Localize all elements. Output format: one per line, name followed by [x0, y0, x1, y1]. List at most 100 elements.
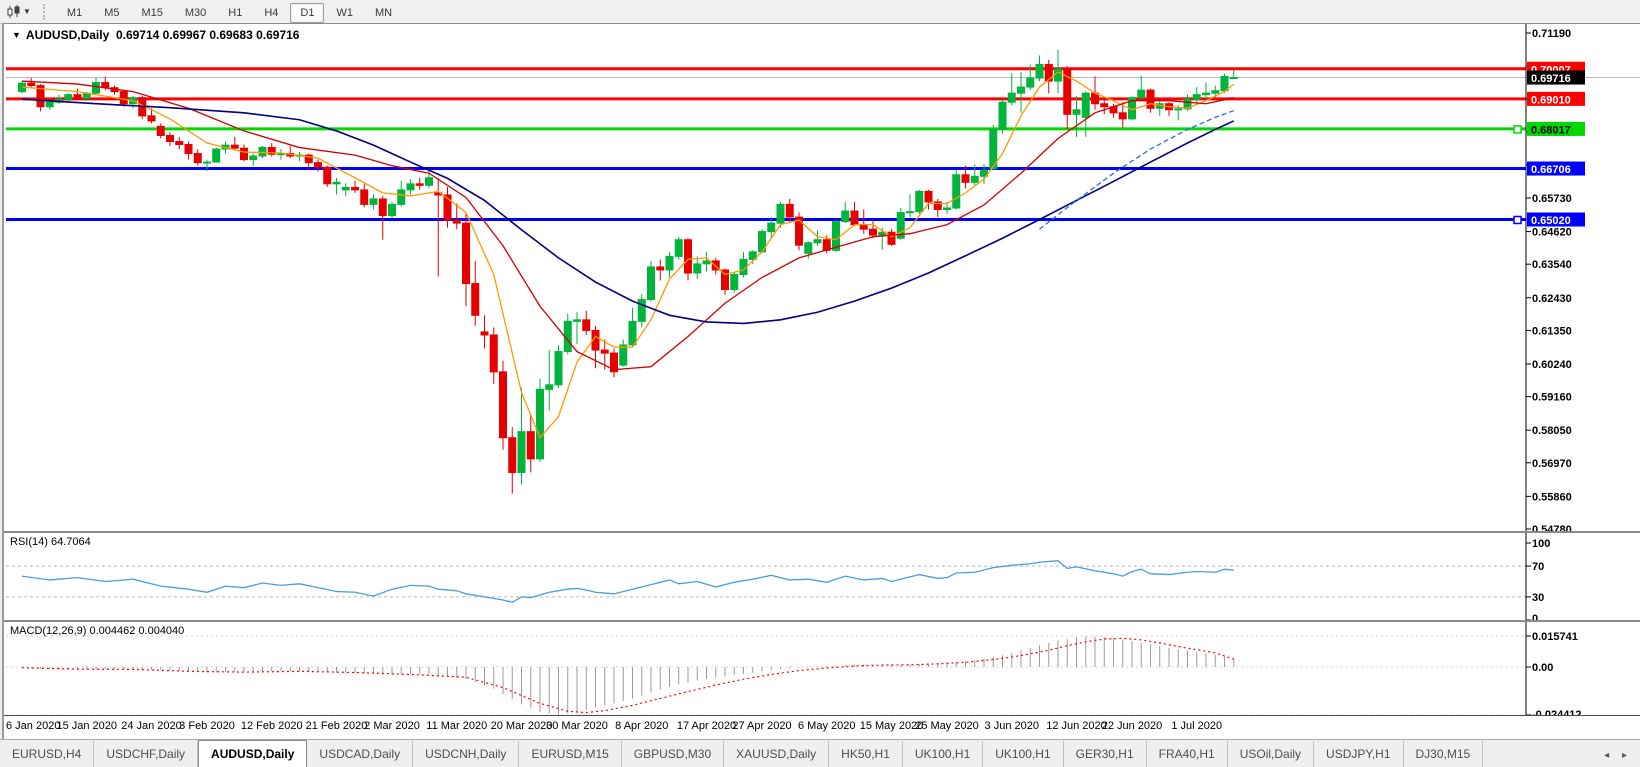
candle	[369, 198, 378, 205]
candle	[730, 273, 739, 291]
chart-symbol-period: AUDUSD,Daily	[25, 28, 110, 42]
candle	[628, 320, 637, 346]
date-axis-label: 3 Feb 2020	[179, 720, 235, 732]
timeframe-toolbar: ▼ M1 M5 M15 M30 H1 H4 D1 W1 MN	[0, 0, 1640, 24]
ma-fast-orange	[21, 71, 1235, 439]
date-axis[interactable]: 6 Jan 2020 15 Jan 2020 24 Jan 2020 3 Feb 20…	[4, 715, 1640, 740]
candle	[462, 222, 470, 285]
chart-tab-usdcad-daily[interactable]: USDCAD,Daily	[307, 741, 414, 767]
level-line-handle[interactable]	[1513, 125, 1522, 134]
price-level-box-label: 0.69010	[1531, 94, 1571, 106]
candle	[1081, 92, 1090, 118]
date-axis-label: 2 Mar 2020	[364, 720, 420, 732]
candle	[489, 334, 498, 373]
main-chart-panel: ▼ AUDUSD,Daily 0.69714 0.69967 0.69683 0.…	[4, 23, 1640, 532]
timeframe-button-m5[interactable]: M5	[94, 3, 129, 23]
candlestick-chart: 0.711900.701000.690100.679200.668300.657…	[6, 24, 1640, 532]
candle	[517, 431, 526, 473]
candle	[961, 174, 970, 183]
candle	[1026, 77, 1035, 88]
macd-panel: MACD(12,26,9) 0.004462 0.004040 0.015741…	[4, 620, 1640, 721]
timeframe-button-m1[interactable]: M1	[57, 3, 92, 23]
candle	[536, 388, 544, 460]
chart-tab-ger30-h1[interactable]: GER30,H1	[1064, 741, 1147, 767]
date-axis-label: 6 Jan 2020	[6, 720, 61, 732]
candle	[193, 153, 202, 164]
price-level-box-label: 0.69716	[1531, 73, 1571, 85]
chart-tab-eurusd-h4[interactable]: EURUSD,H4	[0, 741, 95, 767]
candle	[184, 144, 193, 155]
candle	[415, 183, 424, 186]
chart-tab-usdchf-daily[interactable]: USDCHF,Daily	[94, 741, 199, 767]
chart-tab-fra40-h1[interactable]: FRA40,H1	[1147, 741, 1228, 767]
chart-tab-xauusd-daily[interactable]: XAUUSD,Daily	[724, 741, 830, 767]
level-line-handle[interactable]	[1513, 215, 1522, 225]
timeframe-button-mn[interactable]: MN	[365, 3, 402, 23]
candle	[767, 222, 776, 233]
candle	[156, 125, 165, 136]
candle	[1054, 68, 1062, 82]
candle	[952, 174, 961, 209]
timeframe-button-d1[interactable]: D1	[290, 2, 325, 23]
candle	[1072, 109, 1081, 115]
chart-tab-bar: EURUSD,H4 USDCHF,Daily AUDUSD,Daily USDCAD,…	[0, 739, 1640, 767]
timeframe-button-w1[interactable]: W1	[326, 3, 363, 23]
candle	[351, 186, 359, 191]
date-axis-label: 27 Apr 2020	[732, 720, 792, 732]
chart-tab-usdjpy-h1[interactable]: USDJPY,H1	[1314, 741, 1404, 767]
timeframe-buttons: M1 M5 M15 M30 H1 H4 D1 W1 MN	[56, 2, 403, 23]
candle	[166, 134, 174, 143]
candle	[1118, 112, 1127, 120]
candle	[619, 344, 628, 366]
candle	[45, 101, 54, 108]
candle	[332, 181, 341, 185]
candle	[1146, 89, 1155, 109]
candle	[998, 101, 1007, 130]
candle	[388, 203, 396, 217]
chart-dropdown-arrow-icon[interactable]: ▼	[12, 30, 21, 40]
price-tick-label: 0.58050	[1532, 425, 1572, 437]
candle	[702, 260, 711, 265]
timeframe-button-h1[interactable]: H1	[218, 3, 252, 23]
chart-tab-uk100-h1[interactable]: UK100,H1	[983, 741, 1064, 767]
candle	[471, 283, 480, 316]
candle	[582, 319, 591, 331]
dropdown-caret-icon: ▼	[23, 7, 31, 16]
rsi-tick-label: 70	[1532, 561, 1544, 573]
candle	[526, 431, 535, 460]
timeframe-button-h4[interactable]: H4	[254, 3, 288, 23]
candle	[499, 371, 507, 439]
price-tick-label: 0.71190	[1532, 28, 1571, 40]
candle	[230, 144, 239, 149]
ma-mid-red	[21, 80, 1234, 371]
chart-tab-usoil-daily[interactable]: USOil,Daily	[1228, 741, 1315, 767]
candle	[943, 207, 951, 211]
candle	[249, 155, 258, 161]
price-level-box-label: 0.65020	[1531, 215, 1571, 227]
candle	[425, 177, 433, 186]
candle	[693, 263, 702, 274]
candle	[1174, 108, 1183, 111]
chart-type-button[interactable]: ▼	[0, 3, 37, 21]
candle	[240, 147, 248, 161]
chart-tab-usdcnh-daily[interactable]: USDCNH,Daily	[413, 741, 520, 767]
chart-tab-audusd-daily[interactable]: AUDUSD,Daily	[198, 740, 308, 767]
candle	[1202, 92, 1210, 96]
chart-tab-hk50-h1[interactable]: HK50,H1	[829, 741, 903, 767]
chart-tab-gbpusd-m30[interactable]: GBPUSD,M30	[622, 741, 725, 767]
candle	[684, 239, 692, 274]
price-level-box-label: 0.66706	[1531, 164, 1571, 176]
chart-tab-dj30-m15[interactable]: DJ30,M15	[1404, 741, 1484, 767]
date-axis-label: 12 Feb 2020	[240, 720, 303, 732]
chart-tab-eurusd-m15[interactable]: EURUSD,M15	[519, 741, 622, 767]
timeframe-button-m15[interactable]: M15	[131, 3, 172, 23]
timeframe-button-m30[interactable]: M30	[175, 3, 216, 23]
date-axis-label: 30 Mar 2020	[546, 720, 608, 732]
chart-ohlc-values: 0.69714 0.69967 0.69683 0.69716	[115, 28, 300, 42]
date-axis-label: 15 Jan 2020	[56, 720, 118, 732]
candle	[341, 186, 350, 191]
candle	[406, 183, 415, 191]
chart-tab-uk100-h1[interactable]: UK100,H1	[903, 741, 984, 767]
tab-scroll-arrows[interactable]: ◂ ▸	[1604, 750, 1632, 761]
candle	[545, 384, 554, 390]
